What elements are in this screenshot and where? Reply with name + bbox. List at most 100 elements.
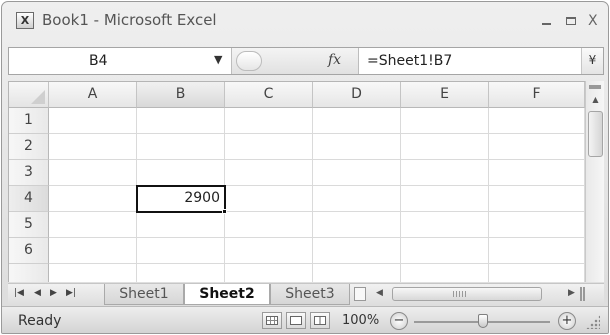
cell-e3[interactable]	[401, 160, 489, 186]
column-header-f[interactable]: F	[489, 82, 585, 108]
cell-c6[interactable]	[225, 238, 313, 264]
expand-formula-bar-icon[interactable]: ¥	[581, 48, 603, 74]
status-text: Ready	[18, 313, 62, 329]
cell-c2[interactable]	[225, 134, 313, 160]
previous-sheet-icon[interactable]: ◀	[34, 288, 41, 298]
cell-b2[interactable]	[137, 134, 225, 160]
cell-e7[interactable]	[401, 264, 489, 282]
cell-e5[interactable]	[401, 212, 489, 238]
cell-d3[interactable]	[313, 160, 401, 186]
cell-a2[interactable]	[49, 134, 137, 160]
cell-f6[interactable]	[489, 238, 585, 264]
formula-tools: fx	[231, 48, 359, 74]
fill-handle[interactable]	[222, 209, 227, 214]
cell-c4[interactable]	[225, 186, 313, 212]
cell-d7[interactable]	[313, 264, 401, 282]
horizontal-split-icon[interactable]	[580, 287, 585, 301]
scroll-left-icon[interactable]: ◀	[376, 288, 383, 298]
cell-a5[interactable]	[49, 212, 137, 238]
column-header-a[interactable]: A	[49, 82, 137, 108]
select-all-button[interactable]	[9, 82, 49, 108]
page-break-view-icon[interactable]	[310, 312, 330, 329]
sheet-tab-sheet3[interactable]: Sheet3	[270, 284, 350, 305]
cell-c7[interactable]	[225, 264, 313, 282]
window-title: Book1 - Microsoft Excel	[42, 11, 217, 29]
column-header-e[interactable]: E	[401, 82, 489, 108]
cell-f5[interactable]	[489, 212, 585, 238]
maximize-icon[interactable]	[566, 14, 576, 28]
split-box-icon[interactable]	[589, 85, 601, 89]
zoom-in-icon[interactable]: +	[558, 312, 576, 330]
first-sheet-icon[interactable]: |◀	[14, 288, 24, 298]
cell-b1[interactable]	[137, 108, 225, 134]
cell-d5[interactable]	[313, 212, 401, 238]
next-sheet-icon[interactable]: ▶	[50, 288, 57, 298]
cell-d6[interactable]	[313, 238, 401, 264]
scroll-up-icon[interactable]: ▲	[589, 95, 602, 107]
cell-d4[interactable]	[313, 186, 401, 212]
cell-a6[interactable]	[49, 238, 137, 264]
insert-function-icon[interactable]: fx	[328, 52, 341, 68]
last-sheet-icon[interactable]: ▶|	[66, 288, 76, 298]
zoom-level[interactable]: 100%	[342, 313, 379, 328]
excel-window: X Book1 - Microsoft Excel X B4 ▼ fx =She…	[1, 1, 609, 334]
resize-grip-icon[interactable]	[586, 315, 600, 329]
row-header-4[interactable]: 4	[9, 186, 49, 212]
cell-a1[interactable]	[49, 108, 137, 134]
cell-f1[interactable]	[489, 108, 585, 134]
cell-e1[interactable]	[401, 108, 489, 134]
sheet-tab-sheet2[interactable]: Sheet2	[184, 284, 270, 305]
active-cell-border	[136, 185, 226, 213]
cell-e2[interactable]	[401, 134, 489, 160]
row-header-3[interactable]: 3	[9, 160, 49, 186]
cell-b3[interactable]	[137, 160, 225, 186]
page-layout-view-icon[interactable]	[286, 312, 306, 329]
cell-d2[interactable]	[313, 134, 401, 160]
close-icon[interactable]: X	[588, 14, 598, 28]
name-box-value[interactable]: B4	[89, 53, 108, 69]
name-box[interactable]: B4 ▼	[9, 48, 229, 74]
formula-bar: B4 ▼ fx =Sheet1!B7 ¥	[8, 47, 604, 75]
cell-a7[interactable]	[49, 264, 137, 282]
insert-worksheet-icon[interactable]	[354, 287, 366, 301]
column-header-c[interactable]: C	[225, 82, 313, 108]
worksheet-grid[interactable]: A B C D E F 1 2 3 4 5 6 2900	[8, 81, 585, 282]
vertical-scroll-thumb[interactable]	[588, 111, 603, 157]
scroll-right-icon[interactable]: ▶	[568, 288, 575, 298]
row-header-1[interactable]: 1	[9, 108, 49, 134]
sheet-tab-sheet1[interactable]: Sheet1	[104, 284, 184, 305]
cell-b6[interactable]	[137, 238, 225, 264]
vertical-scrollbar[interactable]: ▲	[585, 81, 604, 282]
cell-a4[interactable]	[49, 186, 137, 212]
zoom-slider-thumb[interactable]	[478, 314, 488, 328]
column-header-b[interactable]: B	[137, 82, 225, 108]
normal-view-icon[interactable]	[262, 312, 282, 329]
cell-e6[interactable]	[401, 238, 489, 264]
cell-e4[interactable]	[401, 186, 489, 212]
cell-f4[interactable]	[489, 186, 585, 212]
cell-f3[interactable]	[489, 160, 585, 186]
cell-f2[interactable]	[489, 134, 585, 160]
row-header-6[interactable]: 6	[9, 238, 49, 264]
chevron-down-icon[interactable]: ▼	[214, 53, 222, 66]
row-header-5[interactable]: 5	[9, 212, 49, 238]
row-header-7[interactable]	[9, 264, 49, 282]
minimize-icon[interactable]	[542, 14, 551, 28]
formula-bar-splitter[interactable]	[236, 51, 262, 71]
cell-f7[interactable]	[489, 264, 585, 282]
cell-a3[interactable]	[49, 160, 137, 186]
column-header-d[interactable]: D	[313, 82, 401, 108]
cell-c1[interactable]	[225, 108, 313, 134]
formula-input[interactable]: =Sheet1!B7	[367, 53, 452, 69]
cell-c5[interactable]	[225, 212, 313, 238]
cell-c3[interactable]	[225, 160, 313, 186]
horizontal-scrollbar[interactable]: ◀ ▶	[370, 286, 586, 303]
excel-app-icon[interactable]: X	[16, 12, 34, 29]
sheet-tabs-bar: |◀ ◀ ▶ ▶| Sheet1 Sheet2 Sheet3 ◀ ▶	[8, 283, 604, 305]
horizontal-scroll-thumb[interactable]	[392, 287, 542, 301]
zoom-out-icon[interactable]: −	[390, 312, 408, 330]
cell-b7[interactable]	[137, 264, 225, 282]
cell-d1[interactable]	[313, 108, 401, 134]
row-header-2[interactable]: 2	[9, 134, 49, 160]
cell-b5[interactable]	[137, 212, 225, 238]
